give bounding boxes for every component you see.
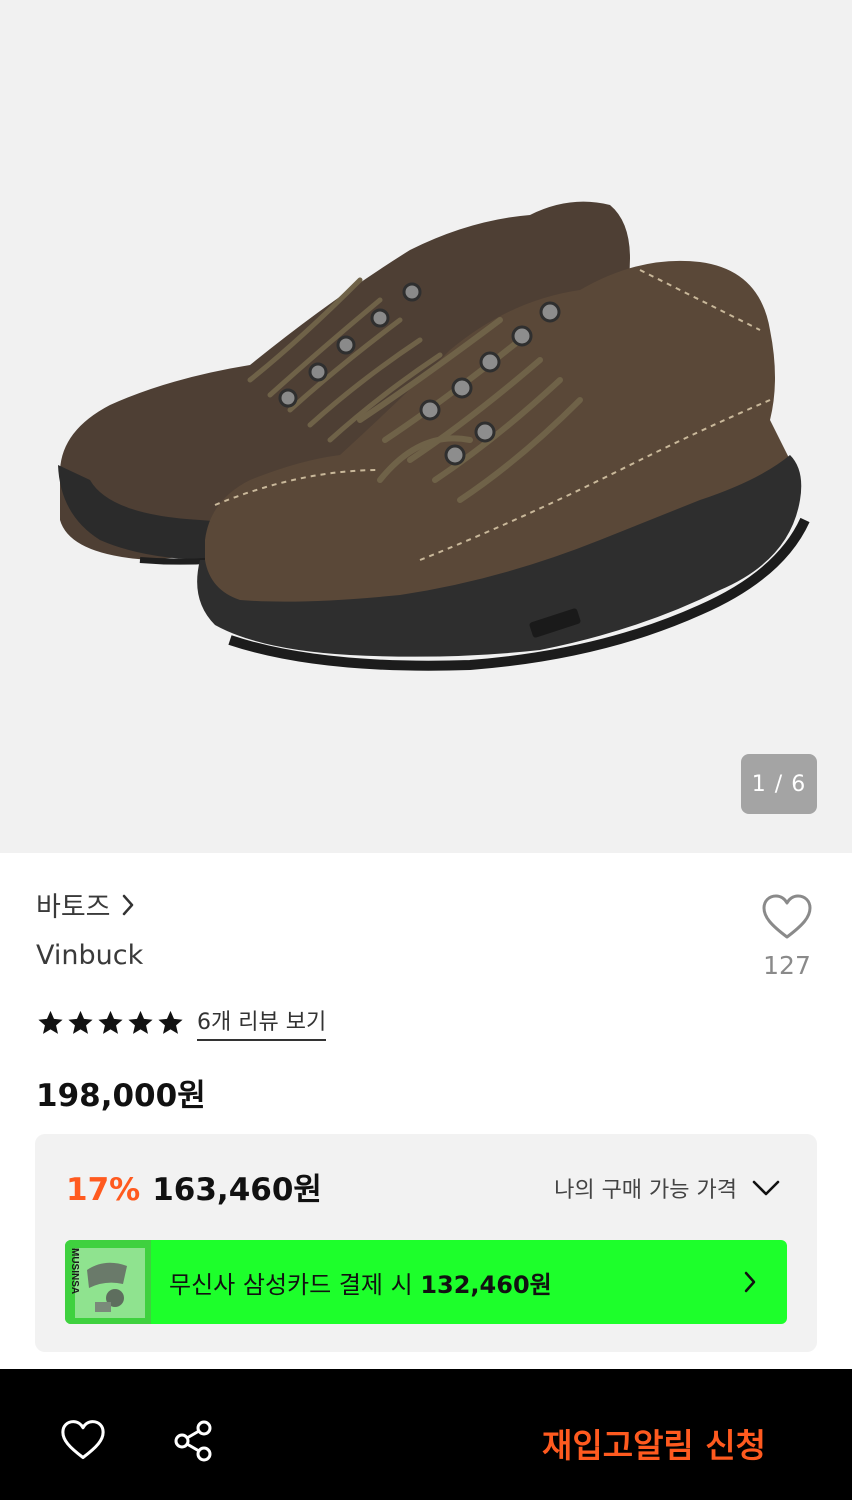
brand-link[interactable]: 바토즈: [36, 885, 135, 924]
restock-alert-button[interactable]: 재입고알림 신청: [542, 1419, 766, 1467]
chevron-right-icon: [122, 894, 133, 915]
card-offer-text: 무신사 삼성카드 결제 시 132,460원: [169, 1265, 743, 1300]
chevron-down-icon: [752, 1180, 780, 1196]
card-offer-prefix: 무신사 삼성카드 결제 시: [169, 1270, 421, 1299]
bottom-like-button[interactable]: [60, 1419, 106, 1465]
original-price: 198,000원: [36, 1078, 206, 1114]
card-thumbnail: MUSINSA: [65, 1240, 151, 1324]
brand-label: 바토즈: [36, 892, 111, 923]
star-icon: [128, 1010, 153, 1034]
share-icon: [174, 1420, 212, 1462]
star-icon: [98, 1010, 123, 1034]
product-name: Vinbuck: [36, 940, 144, 971]
price-card: 17% 163,460원 나의 구매 가능 가격 MUSINSA 무신사 삼성카…: [35, 1134, 817, 1352]
card-offer-price: 132,460원: [420, 1270, 552, 1299]
card-thumb-text: MUSINSA: [69, 1248, 80, 1294]
review-link[interactable]: 6개 리뷰 보기: [197, 1004, 327, 1041]
discount-rate: 17%: [66, 1172, 141, 1208]
card-offer-banner[interactable]: MUSINSA 무신사 삼성카드 결제 시 132,460원: [65, 1240, 787, 1324]
like-count: 127: [763, 951, 811, 980]
share-button[interactable]: [172, 1419, 216, 1467]
my-price-label: 나의 구매 가능 가격: [554, 1178, 737, 1203]
star-icon: [68, 1010, 93, 1034]
product-image: [58, 201, 810, 671]
bottom-action-bar: 재입고알림 신청: [0, 1369, 852, 1500]
heart-outline-icon: [762, 894, 812, 939]
star-icon: [38, 1010, 63, 1034]
discount-row: 17% 163,460원: [66, 1164, 322, 1209]
discount-price: 163,460원: [152, 1172, 322, 1208]
my-price-toggle[interactable]: 나의 구매 가능 가격: [554, 1172, 781, 1204]
image-counter: 1 / 6: [741, 754, 817, 814]
rating-stars: [36, 1008, 185, 1038]
rating-row: 6개 리뷰 보기: [36, 1004, 327, 1041]
chevron-right-icon: [744, 1271, 756, 1293]
product-gallery[interactable]: 1 / 6: [0, 0, 852, 853]
like-button[interactable]: 127: [752, 893, 822, 993]
star-icon: [158, 1010, 183, 1034]
heart-outline-icon: [61, 1420, 105, 1460]
